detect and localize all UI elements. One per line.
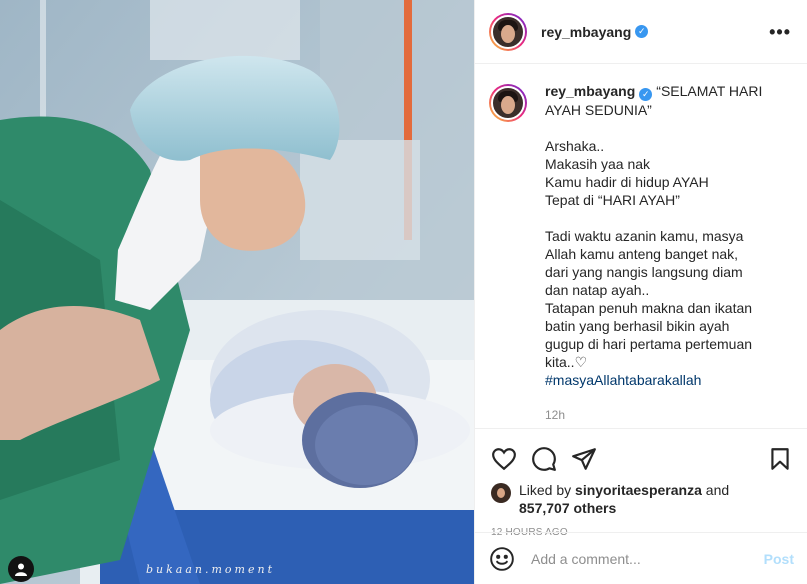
post-image[interactable]: bukaan.moment xyxy=(0,0,474,584)
caption-line: Arshaka.. xyxy=(545,138,605,154)
add-comment-bar: Post xyxy=(475,532,807,584)
likes-summary: Liked by sinyoritaesperanza and 857,707 … xyxy=(475,481,807,517)
post-comment-button[interactable]: Post xyxy=(764,551,794,567)
caption-username[interactable]: rey_mbayang xyxy=(545,83,635,99)
verified-badge-icon: ✓ xyxy=(635,25,649,38)
caption-line: Tadi waktu azanin kamu, masya Allah kamu… xyxy=(545,228,744,298)
author-avatar[interactable] xyxy=(489,12,527,51)
photo-watermark: bukaan.moment xyxy=(146,563,275,576)
post-details-panel: rey_mbayang ✓ ••• rey_mbayang ✓ “SELAMAT H… xyxy=(474,0,807,584)
caption-line: Makasih yaa nak xyxy=(545,156,651,172)
comment-bubble-icon[interactable] xyxy=(531,446,557,472)
smiley-icon[interactable] xyxy=(489,546,515,572)
more-options-icon[interactable]: ••• xyxy=(769,23,791,41)
caption: rey_mbayang ✓ “SELAMAT HARI AYAH SEDUNIA” … xyxy=(489,82,791,424)
verified-badge-icon: ✓ xyxy=(639,88,653,101)
author-username[interactable]: rey_mbayang xyxy=(541,24,631,40)
bookmark-icon[interactable] xyxy=(767,446,793,472)
likes-conjunction: and xyxy=(705,482,730,498)
likes-prefix: Liked by xyxy=(519,482,572,498)
caption-time[interactable]: 12h xyxy=(545,406,765,424)
caption-line: Tatapan penuh makna dan ikatan batin yan… xyxy=(545,300,753,370)
liker-username[interactable]: sinyoritaesperanza xyxy=(575,482,702,498)
liker-avatar[interactable] xyxy=(491,483,511,503)
user-tag-icon[interactable] xyxy=(8,556,34,582)
heart-icon[interactable] xyxy=(491,446,517,472)
photo-illustration xyxy=(0,0,474,584)
caption-author-avatar[interactable] xyxy=(489,84,527,122)
post-header: rey_mbayang ✓ ••• xyxy=(475,0,807,64)
likes-count[interactable]: 857,707 others xyxy=(519,500,616,516)
comment-input[interactable] xyxy=(531,550,764,567)
comments-section: rey_mbayang ✓ “SELAMAT HARI AYAH SEDUNIA” … xyxy=(475,64,807,429)
caption-text: rey_mbayang ✓ “SELAMAT HARI AYAH SEDUNIA” … xyxy=(545,82,765,424)
caption-line: Tepat di “HARI AYAH” xyxy=(545,192,680,208)
caption-hashtag[interactable]: #masyaAllahtabarakallah xyxy=(545,371,765,389)
caption-line: Kamu hadir di hidup AYAH xyxy=(545,174,709,190)
likes-text: Liked by sinyoritaesperanza and 857,707 … xyxy=(519,481,759,517)
paper-plane-icon[interactable] xyxy=(571,446,597,472)
action-bar xyxy=(475,437,807,481)
